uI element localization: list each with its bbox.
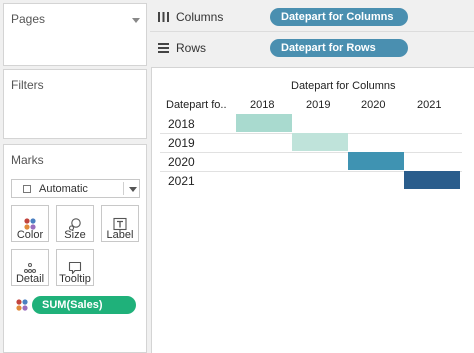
- column-header-2020: 2020: [361, 99, 386, 111]
- heatmap-cell-2020-2020[interactable]: [348, 152, 404, 170]
- view-canvas: Datepart for Columns Datepart fo.. 2018 …: [151, 67, 474, 353]
- pages-card[interactable]: Pages: [3, 3, 147, 66]
- pages-card-menu-icon[interactable]: [132, 18, 140, 23]
- column-header-title: Datepart for Columns: [291, 80, 396, 92]
- color-button-label: Color: [16, 229, 44, 241]
- tooltip-button-label: Tooltip: [59, 273, 91, 285]
- detail-button-label: Detail: [15, 273, 45, 285]
- columns-icon: [158, 12, 169, 22]
- pages-card-title: Pages: [11, 12, 46, 26]
- columns-shelf-label-group: Columns: [158, 10, 223, 24]
- mark-type-divider: [123, 182, 124, 195]
- row-header-2020: 2020: [168, 155, 195, 169]
- rows-icon: [158, 43, 169, 53]
- marks-card: Marks Automatic Color Size Label Detail …: [3, 144, 147, 353]
- filters-card[interactable]: Filters: [3, 69, 147, 139]
- chevron-down-icon[interactable]: [129, 187, 137, 192]
- label-button-label: Label: [106, 229, 134, 241]
- column-header-2021: 2021: [417, 99, 442, 111]
- rows-pill[interactable]: Datepart for Rows: [270, 39, 408, 57]
- filters-card-title: Filters: [11, 78, 44, 92]
- mark-type-dropdown[interactable]: Automatic: [11, 179, 140, 198]
- row-header-2018: 2018: [168, 117, 195, 131]
- mark-type-label: Automatic: [39, 183, 88, 195]
- rows-pill-label: Datepart for Rows: [281, 42, 376, 54]
- left-sidebar: Pages Filters Marks Automatic Color Size…: [0, 0, 150, 353]
- row-header-2021: 2021: [168, 174, 195, 188]
- columns-pill-label: Datepart for Columns: [281, 11, 394, 23]
- row-separator: [160, 152, 462, 153]
- rows-shelf-label-group: Rows: [158, 41, 206, 55]
- columns-shelf-label: Columns: [176, 10, 224, 24]
- size-button-label: Size: [64, 229, 86, 241]
- column-header-2019: 2019: [306, 99, 331, 111]
- heatmap-cell-2019-2019[interactable]: [292, 133, 348, 151]
- columns-pill[interactable]: Datepart for Columns: [270, 8, 408, 26]
- rows-shelf-label: Rows: [176, 41, 207, 55]
- sum-sales-pill-label: SUM(Sales): [42, 299, 103, 311]
- row-header-title: Datepart fo..: [166, 99, 227, 111]
- heatmap-cell-2021-2021[interactable]: [404, 171, 460, 189]
- heatmap-cell-2018-2018[interactable]: [236, 114, 292, 132]
- mark-type-square-icon: [23, 185, 31, 193]
- row-header-2019: 2019: [168, 136, 195, 150]
- marks-card-title: Marks: [11, 153, 44, 167]
- columns-shelf[interactable]: Columns Datepart for Columns: [150, 3, 474, 32]
- rows-shelf[interactable]: Rows Datepart for Rows: [150, 34, 474, 63]
- color-encoding-icon: [16, 299, 28, 311]
- sum-sales-pill[interactable]: SUM(Sales): [32, 296, 136, 314]
- column-header-2018: 2018: [250, 99, 275, 111]
